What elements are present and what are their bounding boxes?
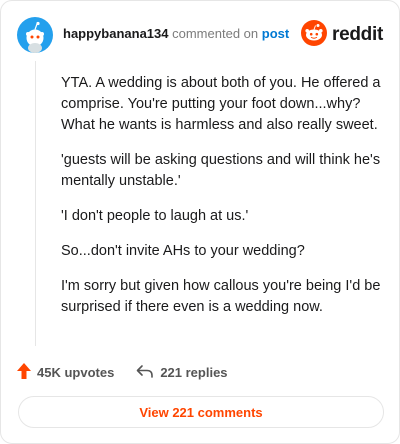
comment-header: happybanana134 commented on post reddit	[17, 17, 383, 53]
upvote-count: 45K upvotes	[37, 364, 115, 380]
comment-body: YTA. A wedding is about both of you. He …	[61, 73, 383, 332]
commented-text: commented on	[172, 26, 259, 41]
comment-actions: 45K upvotes 221 replies	[17, 361, 228, 383]
comment-paragraph: YTA. A wedding is about both of you. He …	[61, 75, 381, 133]
comment-card: happybanana134 commented on post reddit	[0, 0, 400, 444]
comment-paragraph: So...don't invite AHs to your wedding?	[61, 243, 305, 259]
view-comments-button[interactable]: View 221 comments	[18, 396, 384, 428]
reddit-logo[interactable]: reddit	[301, 19, 383, 51]
comment-paragraph: I'm sorry but given how callous you're b…	[61, 278, 381, 315]
reddit-alien-icon	[301, 19, 328, 51]
reply-button[interactable]: 221 replies	[136, 364, 228, 381]
reply-arrow-icon	[136, 364, 160, 381]
reply-count: 221 replies	[160, 364, 228, 380]
comment-paragraph: 'guests will be asking questions and wil…	[61, 152, 381, 189]
snoo-avatar-icon[interactable]	[17, 17, 53, 53]
upvote-button[interactable]: 45K upvotes	[17, 362, 115, 382]
comment-paragraph: 'I don't people to laugh at us.'	[61, 208, 249, 224]
post-link[interactable]: post	[262, 26, 289, 41]
username[interactable]: happybanana134	[63, 26, 169, 41]
thread-line	[35, 61, 36, 346]
comment-meta: happybanana134 commented on post	[63, 26, 289, 41]
logo-text: reddit	[332, 24, 383, 45]
upvote-arrow-icon	[17, 362, 37, 382]
